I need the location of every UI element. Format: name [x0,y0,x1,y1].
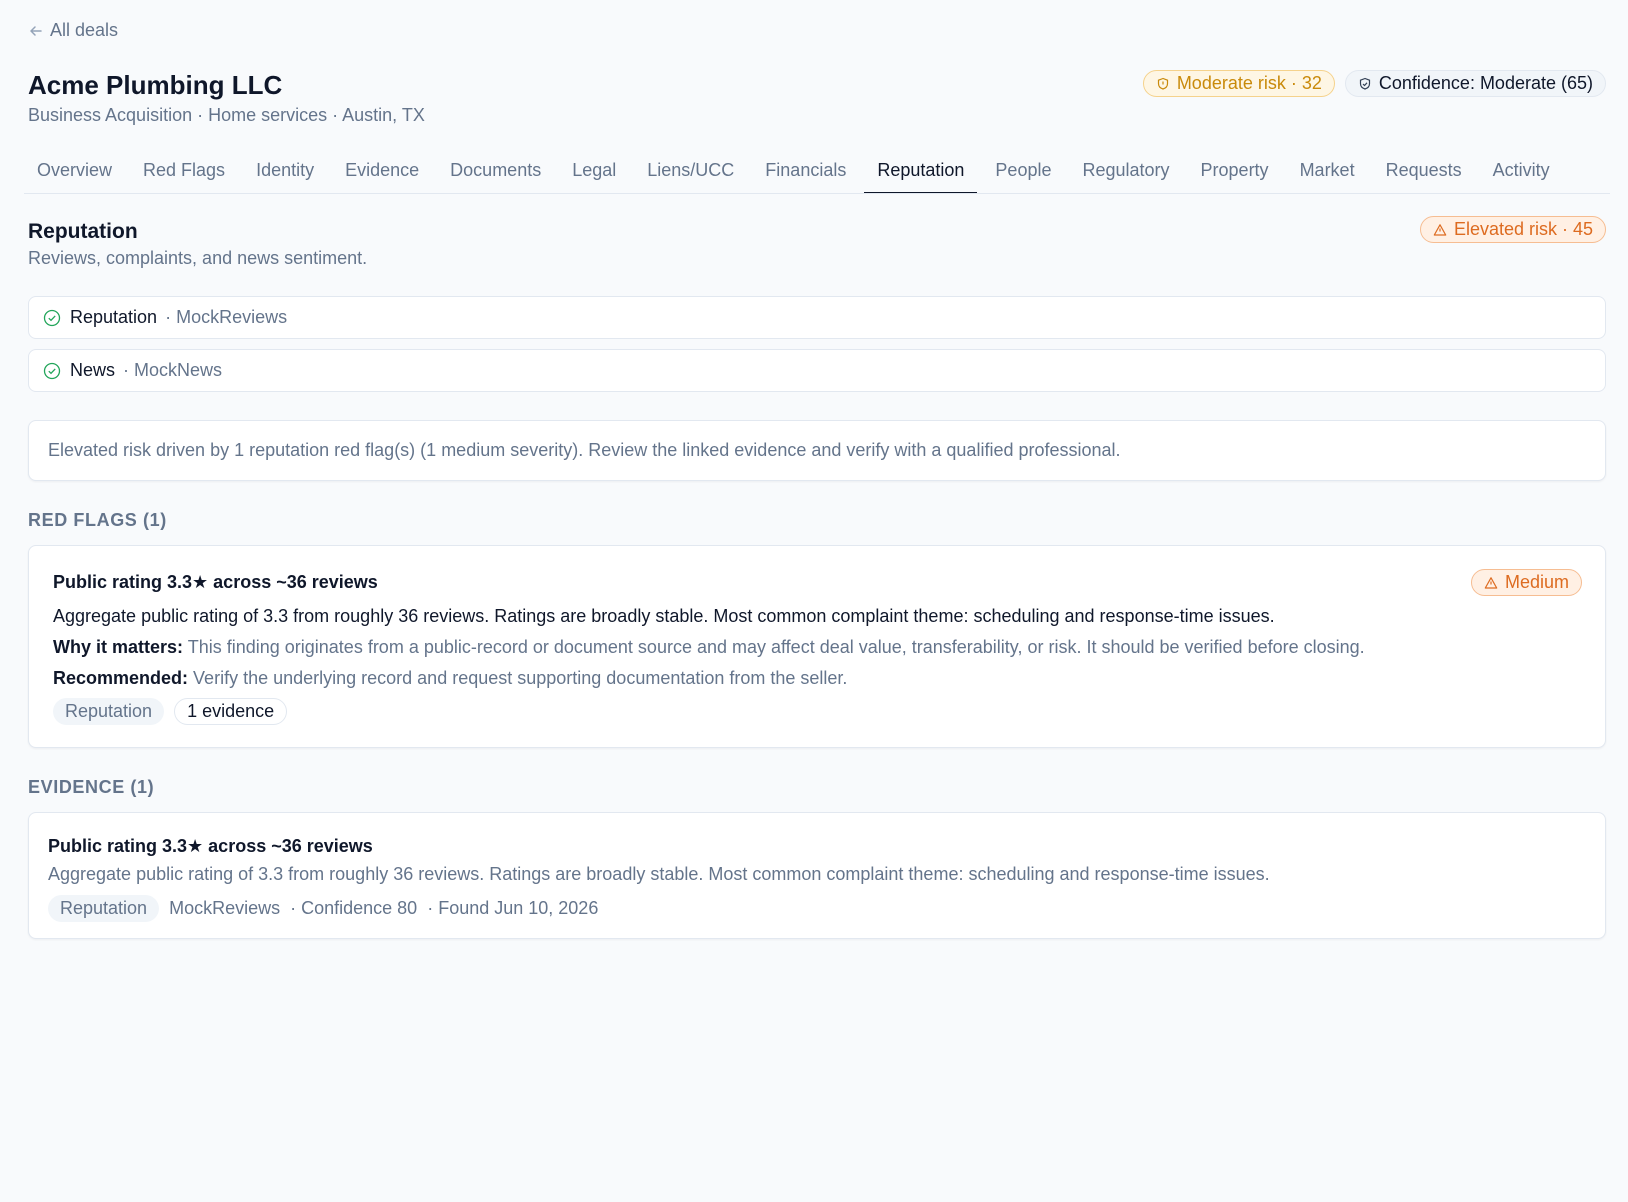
warning-triangle-icon [1433,223,1447,236]
recommendation: Recommended: Verify the underlying recor… [53,668,847,689]
category-chip: Reputation [53,698,165,725]
red-flag-title: Public rating 3.3★ across ~36 reviews [53,572,378,592]
check-circle-icon [43,362,61,379]
tab-activity[interactable]: Activity [1480,148,1563,193]
warning-triangle-icon [1484,576,1498,589]
tab-legal[interactable]: Legal [559,148,629,193]
tab-documents[interactable]: Documents [437,148,554,193]
evidence-title: Public rating 3.3★ across ~36 reviews [48,836,373,856]
page-subtitle: Business Acquisition · Home services · A… [28,105,425,125]
evidence-found-date: · Found Jun 10, 2026 [427,898,599,918]
red-flag-description: Aggregate public rating of 3.3 from roug… [53,606,1275,626]
tab-requests[interactable]: Requests [1373,148,1475,193]
source-row: News · MockNews [28,349,1606,392]
evidence-meta: Reputation MockReviews · Confidence 80 ·… [48,895,608,922]
evidence-text: Aggregate public rating of 3.3 from roug… [48,864,1270,884]
source-row: Reputation · MockReviews [28,296,1606,339]
why-text: This finding originates from a public-re… [187,637,1365,657]
tab-market[interactable]: Market [1287,148,1368,193]
back-link-label: All deals [50,20,119,40]
red-flags-heading: RED FLAGS (1) [28,510,167,530]
section-risk-badge: Elevated risk · 45 [1419,216,1606,243]
section-title: Reputation [28,220,138,243]
recommended-label: Recommended: [53,668,189,688]
check-circle-icon [43,309,61,326]
section-subtitle: Reviews, complaints, and news sentiment. [28,248,368,268]
tab-identity[interactable]: Identity [243,148,327,193]
tab-liens-ucc[interactable]: Liens/UCC [634,148,747,193]
tab-red-flags[interactable]: Red Flags [130,148,238,193]
red-flag-card: Public rating 3.3★ across ~36 reviews Me… [28,545,1606,748]
evidence-source: MockReviews [169,898,281,918]
red-flag-chips: Reputation 1 evidence [53,698,288,725]
back-link[interactable]: All deals [28,20,118,41]
why-it-matters: Why it matters: This finding originates … [53,637,1365,658]
shield-check-icon [1359,77,1370,90]
page-title: Acme Plumbing LLC [28,70,283,100]
category-chip: Reputation [48,895,160,922]
source-name: News [70,360,116,380]
severity-badge: Medium [1470,569,1582,596]
source-name: Reputation [70,307,158,327]
risk-summary: Elevated risk driven by 1 reputation red… [28,420,1606,481]
evidence-card: Public rating 3.3★ across ~36 reviews Ag… [28,812,1606,939]
recommended-text: Verify the underlying record and request… [193,668,848,688]
severity-label: Medium [1504,572,1569,592]
arrow-left-icon [30,25,42,36]
section-risk-label: Elevated risk · 45 [1453,219,1593,239]
risk-badge: Moderate risk · 32 [1142,70,1335,97]
risk-badge-label: Moderate risk · 32 [1176,73,1322,93]
tab-property[interactable]: Property [1188,148,1282,193]
tab-financials[interactable]: Financials [752,148,859,193]
tab-overview[interactable]: Overview [24,148,125,193]
confidence-badge: Confidence: Moderate (65) [1344,70,1606,97]
tab-bar: Overview Red Flags Identity Evidence Doc… [24,148,1610,194]
header-badges: Moderate risk · 32 Confidence: Moderate … [1142,70,1606,97]
shield-icon [1157,77,1168,90]
evidence-confidence: · Confidence 80 [290,898,418,918]
tab-evidence[interactable]: Evidence [332,148,432,193]
why-label: Why it matters: [53,637,184,657]
evidence-heading: EVIDENCE (1) [28,777,155,797]
tab-people[interactable]: People [982,148,1064,193]
source-provider: · MockReviews [165,307,288,327]
source-provider: · MockNews [123,360,223,380]
tab-reputation[interactable]: Reputation [864,148,978,193]
evidence-link-chip[interactable]: 1 evidence [174,698,288,725]
confidence-badge-label: Confidence: Moderate (65) [1378,73,1593,93]
tab-regulatory[interactable]: Regulatory [1069,148,1182,193]
